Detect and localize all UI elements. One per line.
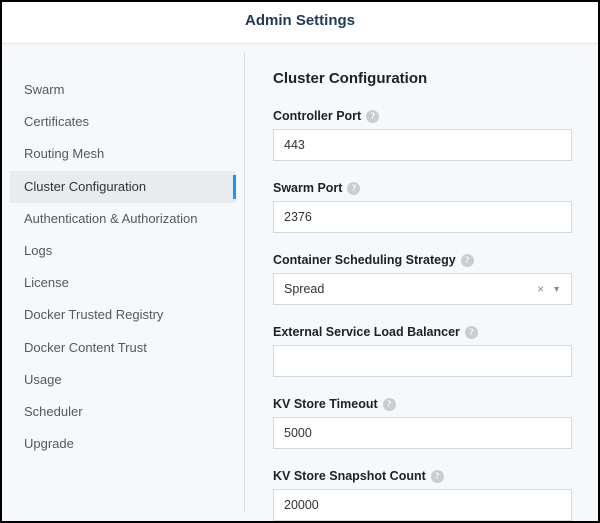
- sidebar-item-logs[interactable]: Logs: [10, 235, 236, 267]
- swarm-port-input[interactable]: [273, 201, 572, 233]
- field-label: Controller Port ?: [273, 109, 379, 123]
- sidebar-item-label: License: [24, 275, 69, 290]
- label-text: KV Store Timeout: [273, 397, 378, 411]
- chevron-down-icon[interactable]: ▼: [552, 284, 561, 294]
- section-title: Cluster Configuration: [273, 70, 572, 87]
- sidebar-item-label: Certificates: [24, 114, 89, 129]
- field-kv-timeout: KV Store Timeout ?: [273, 395, 572, 449]
- sidebar-item-upgrade[interactable]: Upgrade: [10, 428, 236, 460]
- page-title: Admin Settings: [2, 12, 598, 29]
- sidebar: Swarm Certificates Routing Mesh Cluster …: [10, 52, 245, 513]
- help-icon[interactable]: ?: [465, 326, 478, 339]
- field-label: Container Scheduling Strategy ?: [273, 253, 474, 267]
- field-swarm-port: Swarm Port ?: [273, 179, 572, 233]
- content: Swarm Certificates Routing Mesh Cluster …: [2, 44, 598, 521]
- sidebar-item-certificates[interactable]: Certificates: [10, 106, 236, 138]
- sidebar-item-label: Swarm: [24, 82, 64, 97]
- sidebar-item-routing-mesh[interactable]: Routing Mesh: [10, 138, 236, 170]
- sidebar-item-label: Cluster Configuration: [24, 179, 146, 194]
- select-actions: × ▼: [537, 282, 561, 296]
- field-label: Swarm Port ?: [273, 181, 360, 195]
- sidebar-item-label: Authentication & Authorization: [24, 211, 197, 226]
- sidebar-item-docker-trusted-registry[interactable]: Docker Trusted Registry: [10, 299, 236, 331]
- help-icon[interactable]: ?: [431, 470, 444, 483]
- field-label: KV Store Timeout ?: [273, 397, 396, 411]
- sidebar-item-label: Docker Trusted Registry: [24, 307, 163, 322]
- help-icon[interactable]: ?: [461, 254, 474, 267]
- field-kv-snapshot: KV Store Snapshot Count ?: [273, 467, 572, 521]
- scheduling-strategy-select[interactable]: Spread × ▼: [273, 273, 572, 305]
- help-icon[interactable]: ?: [383, 398, 396, 411]
- help-icon[interactable]: ?: [347, 182, 360, 195]
- sidebar-item-scheduler[interactable]: Scheduler: [10, 396, 236, 428]
- field-controller-port: Controller Port ?: [273, 107, 572, 161]
- label-text: External Service Load Balancer: [273, 325, 460, 339]
- sidebar-item-swarm[interactable]: Swarm: [10, 74, 236, 106]
- clear-icon[interactable]: ×: [537, 282, 544, 296]
- sidebar-item-cluster-configuration[interactable]: Cluster Configuration: [10, 171, 236, 203]
- controller-port-input[interactable]: [273, 129, 572, 161]
- sidebar-item-docker-content-trust[interactable]: Docker Content Trust: [10, 332, 236, 364]
- label-text: Container Scheduling Strategy: [273, 253, 456, 267]
- app-frame: Admin Settings Swarm Certificates Routin…: [0, 0, 600, 523]
- sidebar-item-label: Routing Mesh: [24, 146, 104, 161]
- sidebar-item-license[interactable]: License: [10, 267, 236, 299]
- sidebar-item-usage[interactable]: Usage: [10, 364, 236, 396]
- sidebar-item-label: Usage: [24, 372, 62, 387]
- help-icon[interactable]: ?: [366, 110, 379, 123]
- select-value: Spread: [284, 282, 537, 296]
- label-text: Swarm Port: [273, 181, 342, 195]
- sidebar-item-label: Docker Content Trust: [24, 340, 147, 355]
- label-text: Controller Port: [273, 109, 361, 123]
- field-label: KV Store Snapshot Count ?: [273, 469, 444, 483]
- label-text: KV Store Snapshot Count: [273, 469, 426, 483]
- external-lb-input[interactable]: [273, 345, 572, 377]
- sidebar-item-label: Logs: [24, 243, 52, 258]
- kv-snapshot-input[interactable]: [273, 489, 572, 521]
- sidebar-item-label: Scheduler: [24, 404, 83, 419]
- kv-timeout-input[interactable]: [273, 417, 572, 449]
- sidebar-item-authentication-authorization[interactable]: Authentication & Authorization: [10, 203, 236, 235]
- main-panel: Cluster Configuration Controller Port ? …: [245, 44, 598, 521]
- field-scheduling-strategy: Container Scheduling Strategy ? Spread ×…: [273, 251, 572, 305]
- field-label: External Service Load Balancer ?: [273, 325, 478, 339]
- field-external-lb: External Service Load Balancer ?: [273, 323, 572, 377]
- sidebar-item-label: Upgrade: [24, 436, 74, 451]
- header: Admin Settings: [2, 2, 598, 44]
